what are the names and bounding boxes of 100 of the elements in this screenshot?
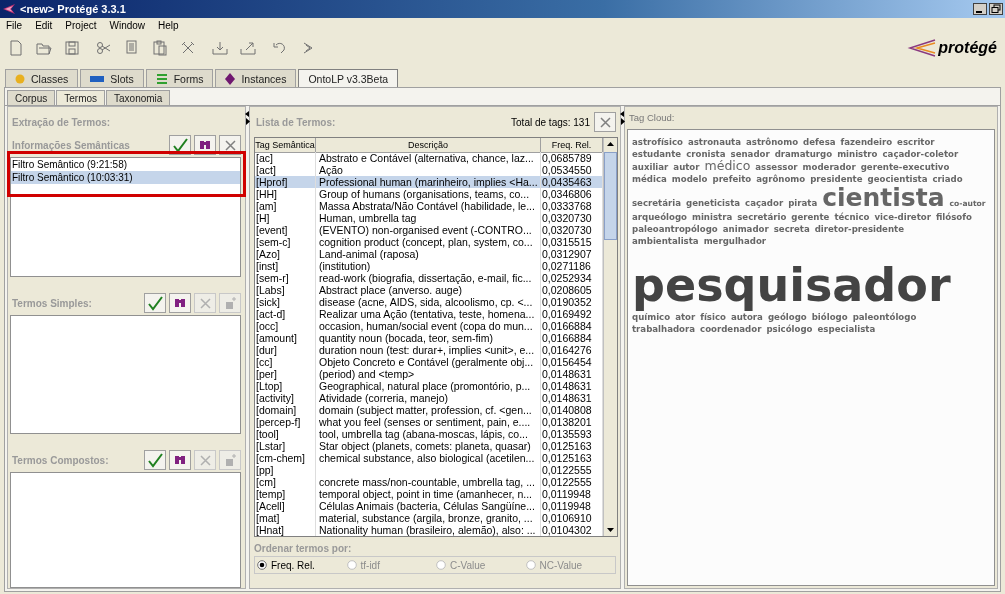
tag-word[interactable]: gerente-executivo — [860, 161, 950, 173]
new-file-icon[interactable] — [8, 40, 24, 56]
tag-word[interactable]: astronauta — [687, 136, 742, 148]
tag-word[interactable]: modelo — [671, 173, 708, 185]
close-button[interactable] — [594, 112, 616, 132]
section-title: Termos Compostos: — [12, 454, 109, 466]
tag-word[interactable]: arqueólogo — [632, 211, 687, 223]
tag-word[interactable]: cronista — [686, 148, 726, 160]
menu-item[interactable]: Edit — [35, 20, 53, 35]
list-item[interactable]: Filtro Semântico (9:21:58) — [11, 158, 240, 171]
table-cell: Geographical, natural place (promontório, p... — [316, 380, 541, 392]
tag-word[interactable]: ator — [675, 311, 696, 323]
menu-item[interactable]: File — [6, 20, 23, 35]
tag-word[interactable]: secretário — [737, 211, 787, 223]
tag-word[interactable]: defesa — [803, 136, 836, 148]
column-header[interactable]: Tag Semântica — [255, 138, 316, 153]
table-cell: [am] — [255, 200, 316, 212]
tag-word[interactable]: paleoantropólogo — [632, 223, 718, 235]
menu-item[interactable]: Help — [158, 20, 179, 35]
tag-word[interactable]: astrônomo — [746, 136, 799, 148]
tag-word[interactable]: químico — [632, 311, 671, 323]
tag-word[interactable]: ministro — [837, 148, 878, 160]
tag-word[interactable]: geólogo — [767, 311, 807, 323]
tag-word[interactable]: assessor — [755, 161, 798, 173]
tag-word[interactable]: caçador — [745, 197, 784, 209]
scroll-down-icon[interactable] — [605, 525, 616, 535]
tag-word[interactable]: vice-diretor — [874, 211, 931, 223]
tag-word[interactable]: secreta — [773, 223, 810, 235]
scroll-thumb[interactable] — [604, 152, 617, 240]
tag-word[interactable]: animador — [722, 223, 769, 235]
scrollbar[interactable] — [603, 138, 617, 536]
tag-word[interactable]: senador — [730, 148, 770, 160]
undo-icon[interactable] — [272, 40, 288, 56]
tag-word[interactable]: trabalhadora — [632, 323, 696, 335]
tag-word[interactable]: cientista — [822, 185, 945, 211]
tag-word[interactable]: gerente — [791, 211, 830, 223]
tag-word[interactable]: ministra — [691, 211, 733, 223]
list-item[interactable]: Filtro Semântico (10:03:31) — [11, 171, 240, 184]
tag-word[interactable]: psicólogo — [766, 323, 813, 335]
menu-item[interactable]: Project — [65, 20, 97, 35]
tag-word[interactable]: médica — [632, 173, 667, 185]
tag-word[interactable]: astrofísico — [632, 136, 683, 148]
table-cell: [Azo] — [255, 248, 316, 260]
check-button[interactable] — [144, 293, 166, 313]
tag-word[interactable]: auxiliar — [632, 161, 669, 173]
tag-word[interactable]: fazendeiro — [840, 136, 893, 148]
radio-button[interactable]: Freq. Rel. — [257, 559, 347, 571]
tag-word[interactable]: diretor-presidente — [814, 223, 904, 235]
export-icon[interactable] — [240, 40, 256, 56]
tab[interactable]: Slots — [80, 69, 144, 87]
splitter-arrows-icon[interactable] — [620, 111, 625, 125]
tag-word[interactable]: secretária — [632, 197, 681, 209]
tab[interactable]: Termos — [56, 90, 106, 105]
import-icon[interactable] — [212, 40, 228, 56]
tab[interactable]: Classes — [5, 69, 79, 87]
tag-word[interactable]: físico — [700, 311, 726, 323]
minimize-icon[interactable] — [973, 3, 987, 15]
column-header[interactable]: Descrição — [316, 138, 541, 153]
tab[interactable]: Taxonomia — [106, 90, 171, 105]
tab[interactable]: Corpus — [7, 90, 56, 105]
paste-icon[interactable] — [152, 40, 168, 56]
table-cell: cognition product (concept, plan, system, co... — [316, 236, 541, 248]
tag-word[interactable]: filósofo — [935, 211, 972, 223]
binoculars-button[interactable] — [169, 293, 191, 313]
tag-word[interactable]: técnico — [834, 211, 870, 223]
tag-word[interactable]: caçador-coletor — [882, 148, 959, 160]
tag-word[interactable]: autor — [673, 161, 700, 173]
save-icon[interactable] — [64, 40, 80, 56]
tag-word[interactable]: geneticista — [686, 197, 741, 209]
tag-word[interactable]: criado — [932, 173, 963, 185]
delete-icon[interactable] — [180, 40, 196, 56]
splitter-arrows-icon[interactable] — [245, 111, 250, 125]
tag-word[interactable]: dramaturgo — [774, 148, 833, 160]
tag-word[interactable]: estudante — [632, 148, 682, 160]
scroll-up-icon[interactable] — [605, 139, 616, 149]
tag-word[interactable]: autora — [730, 311, 763, 323]
open-folder-icon[interactable] — [36, 40, 52, 56]
restore-icon[interactable] — [989, 3, 1003, 15]
cut-icon[interactable] — [96, 40, 112, 56]
check-button[interactable] — [144, 450, 166, 470]
binoculars-button[interactable] — [169, 450, 191, 470]
tag-word[interactable]: médico — [704, 160, 751, 172]
tag-word[interactable]: presidente — [810, 173, 863, 185]
tab[interactable]: Instances — [215, 69, 297, 87]
tag-word[interactable]: prefeito — [712, 173, 752, 185]
table-cell: [temp] — [255, 488, 316, 500]
menu-item[interactable]: Window — [109, 20, 146, 35]
tag-word[interactable]: coordenador — [700, 323, 762, 335]
tag-word[interactable]: escritor — [897, 136, 935, 148]
tag-word[interactable]: geocientista — [867, 173, 928, 185]
tag-word[interactable]: agrônomo — [756, 173, 806, 185]
tag-word[interactable]: moderador — [802, 161, 856, 173]
tag-word[interactable]: biólogo — [811, 311, 848, 323]
tag-word[interactable]: paleontólogo — [852, 311, 917, 323]
tag-word[interactable]: ambientalista — [632, 235, 699, 247]
tab[interactable]: OntoLP v3.3Beta — [298, 69, 399, 87]
tag-word[interactable]: pirata — [788, 197, 818, 209]
tag-word[interactable]: especialista — [817, 323, 876, 335]
tag-word[interactable]: mergulhador — [703, 235, 767, 247]
tab[interactable]: Forms — [145, 69, 214, 87]
